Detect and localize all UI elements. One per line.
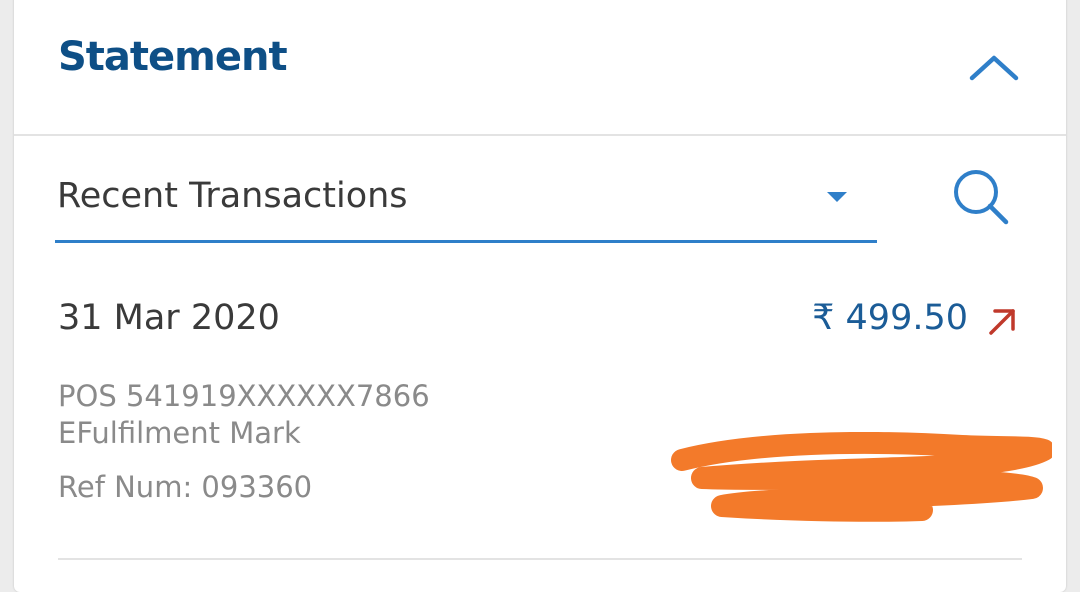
arrow-up-right-icon: [989, 309, 1015, 335]
transaction-divider: [58, 558, 1022, 560]
search-button[interactable]: [950, 166, 1014, 230]
transaction-filter-dropdown[interactable]: Recent Transactions: [55, 162, 877, 243]
dropdown-selected-value: Recent Transactions: [57, 176, 408, 216]
collapse-button[interactable]: [966, 48, 1022, 88]
redaction-scribble: [671, 432, 1052, 522]
statement-title: Statement: [58, 34, 288, 80]
transaction-description-line1: POS 541919XXXXXX7866: [58, 379, 430, 413]
transaction-description-line2: EFulfilment Mark: [58, 416, 301, 450]
statement-card: Statement Recent Transactions 31 Mar 202…: [14, 0, 1066, 592]
caret-down-icon: [827, 192, 847, 202]
transaction-amount: ₹ 499.50: [812, 298, 968, 338]
search-icon: [954, 170, 1009, 225]
statement-header[interactable]: Statement: [14, 0, 1066, 136]
transaction-reference: Ref Num: 093360: [58, 470, 313, 504]
transaction-description: POS 541919XXXXXX7866 EFulfilment Mark: [58, 378, 430, 452]
transaction-date: 31 Mar 2020: [58, 298, 280, 338]
chevron-up-icon: [969, 55, 1019, 81]
